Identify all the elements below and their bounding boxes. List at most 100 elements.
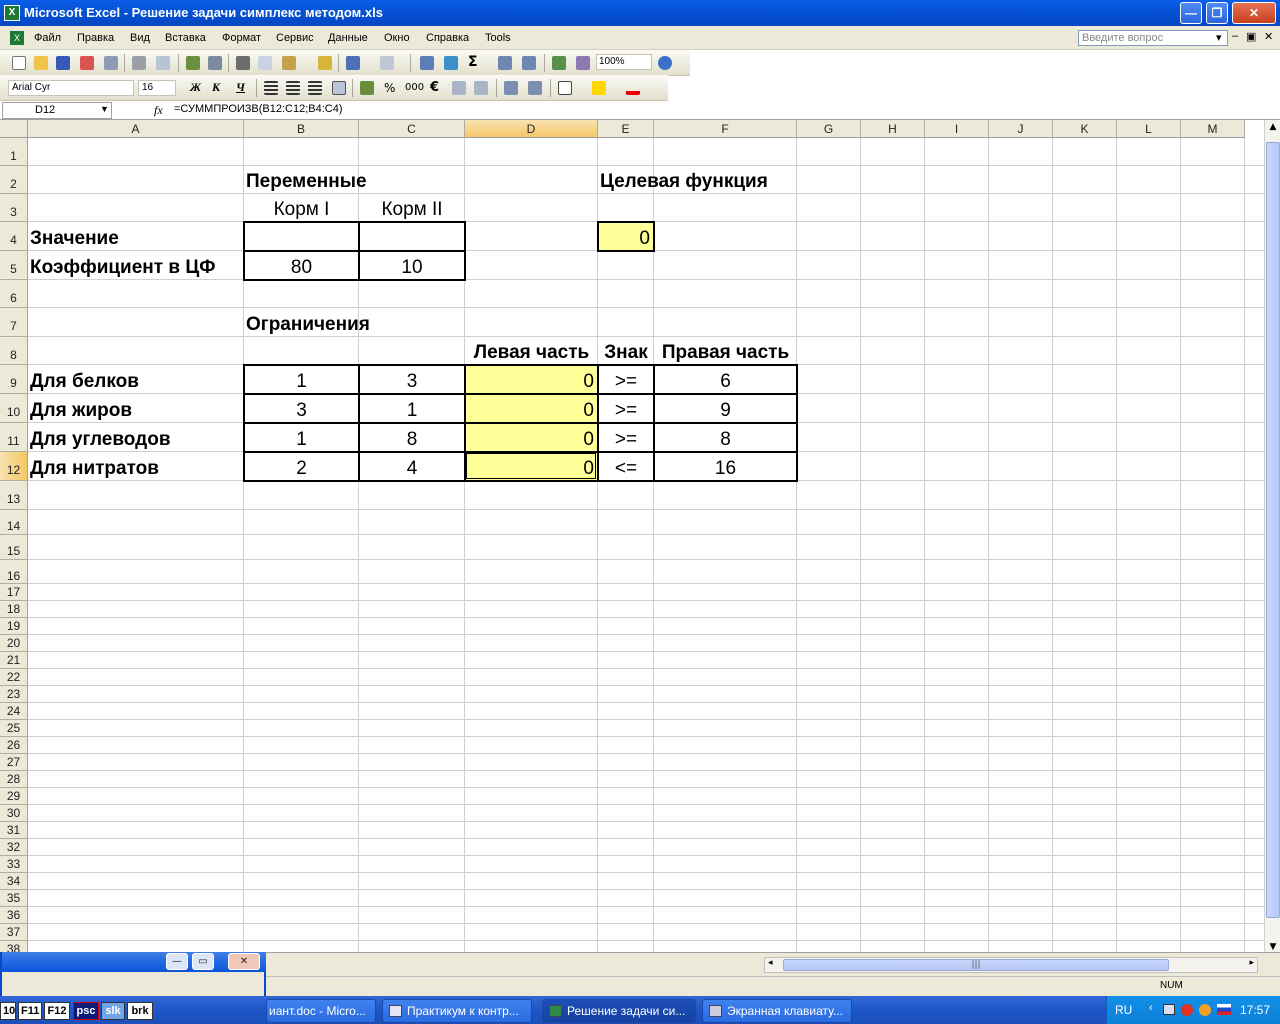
row-header-32[interactable]: 32: [0, 839, 28, 856]
row-header-35[interactable]: 35: [0, 890, 28, 907]
print-preview-icon[interactable]: [156, 56, 170, 70]
doc-restore-icon[interactable]: ▣: [1246, 30, 1256, 43]
row-header-3[interactable]: 3: [0, 194, 28, 222]
row-header-7[interactable]: 7: [0, 308, 28, 337]
column-header-a[interactable]: A: [28, 120, 244, 138]
key-slk[interactable]: slk: [101, 1002, 125, 1020]
row-header-29[interactable]: 29: [0, 788, 28, 805]
doc-minimize-icon[interactable]: –: [1232, 30, 1238, 42]
font-select[interactable]: Arial Cyr: [8, 80, 134, 96]
permission-icon[interactable]: [80, 56, 94, 70]
row-header-9[interactable]: 9: [0, 365, 28, 394]
align-left-icon[interactable]: [264, 81, 278, 95]
cell-a5[interactable]: Коэффициент в ЦФ: [28, 251, 244, 280]
undo-icon[interactable]: [346, 56, 360, 70]
cell-b7[interactable]: Ограничения: [244, 308, 465, 337]
format-painter-icon[interactable]: [318, 56, 332, 70]
cut-icon[interactable]: [236, 56, 250, 70]
row-header-19[interactable]: 19: [0, 618, 28, 635]
column-header-m[interactable]: M: [1181, 120, 1245, 138]
save-icon[interactable]: [56, 56, 70, 70]
tray-expand-icon[interactable]: ‹: [1149, 1002, 1153, 1014]
column-header-e[interactable]: E: [598, 120, 654, 138]
key-f12[interactable]: F12: [44, 1002, 70, 1020]
fill-color-icon[interactable]: [592, 81, 606, 95]
key-10[interactable]: 10: [0, 1002, 16, 1020]
vertical-scroll-thumb[interactable]: [1266, 142, 1280, 918]
align-right-icon[interactable]: [308, 81, 322, 95]
row-header-17[interactable]: 17: [0, 584, 28, 601]
cell-b2[interactable]: Переменные: [244, 166, 465, 194]
drawing-icon[interactable]: [576, 56, 590, 70]
ask-question-input[interactable]: Введите вопрос: [1078, 30, 1228, 46]
thousands-button[interactable]: 000: [405, 82, 424, 93]
row-header-22[interactable]: 22: [0, 669, 28, 686]
floating-window-caption[interactable]: — ▭ ✕: [2, 952, 266, 972]
minimize-button[interactable]: —: [1180, 2, 1202, 24]
help-icon[interactable]: [658, 56, 672, 70]
cell-a4[interactable]: Значение: [28, 222, 244, 251]
flag-icon[interactable]: [1217, 1004, 1231, 1015]
row-header-10[interactable]: 10: [0, 394, 28, 423]
network-icon[interactable]: [1163, 1004, 1175, 1015]
antivirus-icon[interactable]: [1181, 1004, 1193, 1016]
menu-window[interactable]: Окно: [384, 32, 410, 44]
row-header-30[interactable]: 30: [0, 805, 28, 822]
row-header-21[interactable]: 21: [0, 652, 28, 669]
row-header-36[interactable]: 36: [0, 907, 28, 924]
scroll-right-icon[interactable]: ▸: [1249, 958, 1254, 968]
borders-icon[interactable]: [558, 81, 572, 95]
cell-a10[interactable]: Для жиров: [28, 394, 244, 423]
float-restore-button[interactable]: ▭: [192, 953, 214, 970]
redo-icon[interactable]: [380, 56, 394, 70]
task-osk[interactable]: Экранная клавиату...: [702, 999, 852, 1023]
security-icon[interactable]: [1199, 1004, 1211, 1016]
cell-c3[interactable]: Корм II: [359, 194, 465, 222]
task-practicum[interactable]: Практикум к контр...: [382, 999, 532, 1023]
float-minimize-button[interactable]: —: [166, 953, 188, 970]
horizontal-scrollbar[interactable]: ◂ ||| ▸: [764, 957, 1258, 973]
row-header-37[interactable]: 37: [0, 924, 28, 941]
new-icon[interactable]: [12, 56, 26, 70]
font-size-select[interactable]: 16: [138, 80, 176, 96]
print-icon[interactable]: [132, 56, 146, 70]
column-header-d[interactable]: D: [465, 120, 598, 138]
web-icon[interactable]: [444, 56, 458, 70]
row-header-5[interactable]: 5: [0, 251, 28, 280]
percent-button[interactable]: %: [384, 81, 395, 95]
increase-indent-icon[interactable]: [528, 81, 542, 95]
close-button[interactable]: ✕: [1232, 2, 1276, 24]
maximize-button[interactable]: ❐: [1206, 2, 1228, 24]
spelling-icon[interactable]: [186, 56, 200, 70]
menu-tools[interactable]: Сервис: [276, 32, 314, 44]
row-header-6[interactable]: 6: [0, 280, 28, 308]
row-header-15[interactable]: 15: [0, 535, 28, 560]
row-header-18[interactable]: 18: [0, 601, 28, 618]
cell-b3[interactable]: Корм I: [244, 194, 359, 222]
sort-desc-icon[interactable]: [522, 56, 536, 70]
menu-edit[interactable]: Правка: [77, 32, 114, 44]
row-header-14[interactable]: 14: [0, 510, 28, 535]
increase-decimal-icon[interactable]: [452, 81, 466, 95]
row-header-12[interactable]: 12: [0, 452, 28, 481]
column-header-g[interactable]: G: [797, 120, 861, 138]
cell-a12[interactable]: Для нитратов: [28, 452, 244, 481]
task-word-doc[interactable]: иант.doc - Micro...: [266, 999, 376, 1023]
doc-close-icon[interactable]: ✕: [1264, 30, 1273, 43]
copy-icon[interactable]: [258, 56, 272, 70]
row-header-27[interactable]: 27: [0, 754, 28, 771]
column-header-h[interactable]: H: [861, 120, 925, 138]
italic-button[interactable]: К: [212, 80, 220, 95]
hyperlink-icon[interactable]: [420, 56, 434, 70]
name-box[interactable]: D12: [2, 102, 112, 119]
paste-icon[interactable]: [282, 56, 296, 70]
ask-dropdown-icon[interactable]: ▾: [1216, 31, 1222, 44]
decrease-decimal-icon[interactable]: [474, 81, 488, 95]
row-header-26[interactable]: 26: [0, 737, 28, 754]
key-brk[interactable]: brk: [127, 1002, 153, 1020]
column-header-l[interactable]: L: [1117, 120, 1181, 138]
row-header-31[interactable]: 31: [0, 822, 28, 839]
column-header-k[interactable]: K: [1053, 120, 1117, 138]
cell-d8[interactable]: Левая часть: [465, 337, 598, 365]
scroll-down-icon[interactable]: ▼: [1266, 942, 1280, 952]
